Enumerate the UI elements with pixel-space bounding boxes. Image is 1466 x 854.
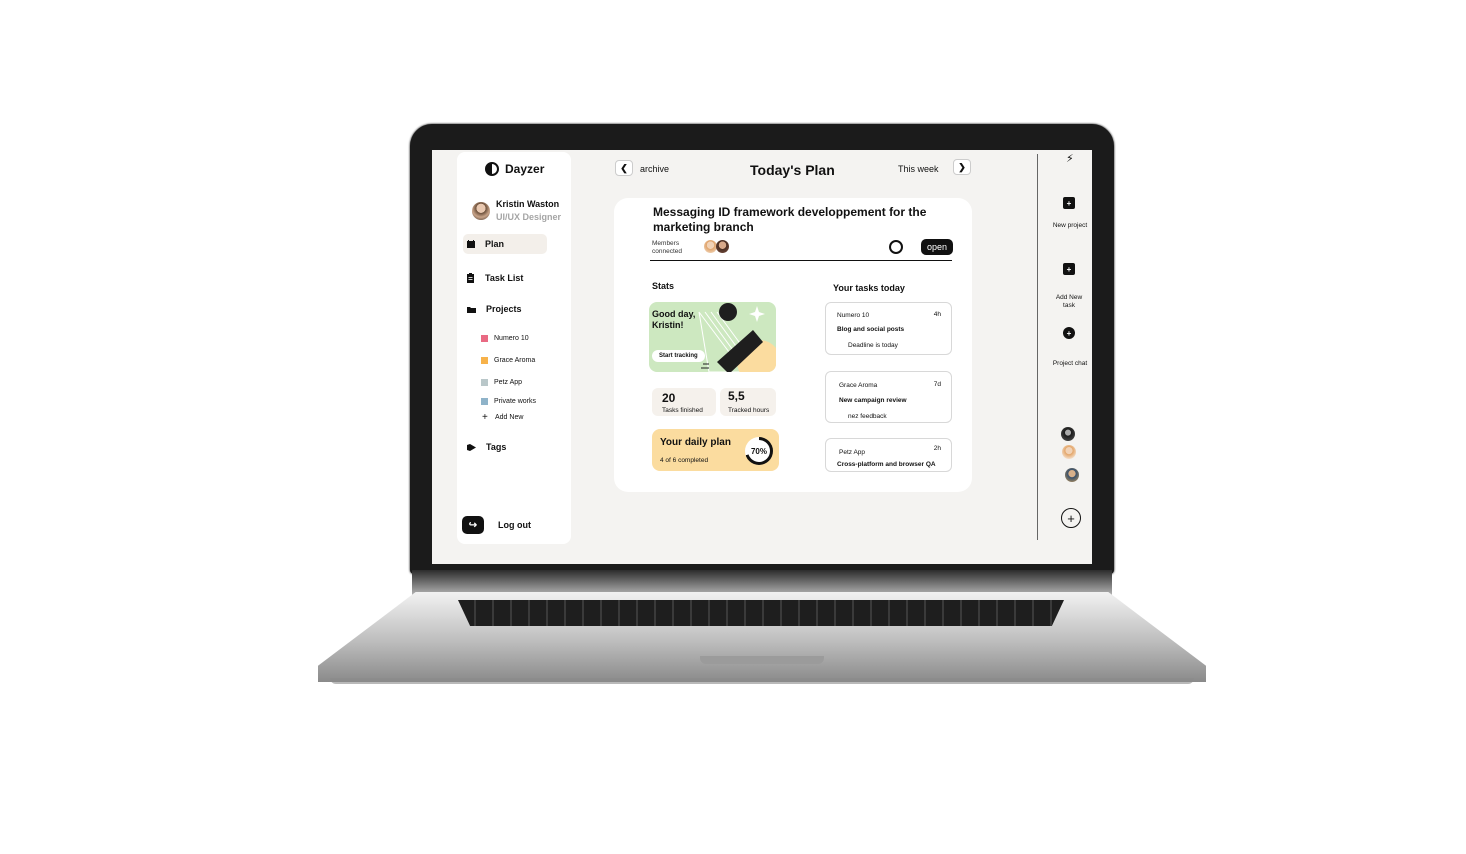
- task-project: Petz App: [839, 449, 866, 456]
- task-name: Cross-platform and browser QA: [837, 461, 936, 468]
- task-note: Deadline is today: [848, 342, 898, 349]
- sidebar-item-label: Plan: [485, 239, 505, 249]
- add-button[interactable]: +: [1061, 508, 1081, 528]
- avatar[interactable]: [1065, 468, 1079, 482]
- tasks-finished-value: 20: [662, 391, 676, 405]
- sidebar-item-label: Task List: [485, 273, 524, 283]
- folder-icon: [467, 306, 476, 313]
- members-connected-label: Members connected: [652, 240, 682, 255]
- project-label: Grace Aroma: [494, 357, 536, 364]
- user-name: Kristin Waston: [496, 199, 560, 209]
- task-project: Numero 10: [837, 312, 870, 319]
- logout-icon: ↪: [462, 516, 484, 534]
- new-project-icon[interactable]: +: [1063, 197, 1075, 209]
- tasks-today-heading: Your tasks today: [833, 283, 905, 293]
- app-logo[interactable]: Dayzer: [485, 162, 544, 176]
- add-project-button[interactable]: + Add New: [482, 412, 523, 423]
- lightning-icon[interactable]: ⚡︎: [1066, 152, 1074, 165]
- task-card[interactable]: Petz App 2h Cross-platform and browser Q…: [825, 438, 952, 472]
- project-chat-label[interactable]: Project chat: [1050, 360, 1090, 368]
- tracked-hours-stat: 5,5 Tracked hours: [720, 388, 776, 416]
- project-color-swatch: [481, 357, 488, 364]
- plus-icon: +: [482, 412, 488, 423]
- task-project: Grace Aroma: [839, 382, 878, 389]
- clipboard-icon: [467, 273, 474, 283]
- chevron-left-icon: ❮: [620, 162, 628, 173]
- add-new-label: Add New: [495, 414, 524, 421]
- task-duration: 7d: [933, 381, 941, 388]
- laptop-shadow: [330, 678, 1194, 684]
- laptop-notch: [700, 656, 824, 664]
- new-project-label[interactable]: New project: [1050, 222, 1090, 230]
- sidebar-item-tags[interactable]: Tags: [463, 437, 547, 457]
- add-task-icon[interactable]: +: [1063, 263, 1075, 275]
- sidebar-item-task-list[interactable]: Task List: [463, 268, 547, 288]
- daily-plan-card[interactable]: Your daily plan 4 of 6 completed 70%: [652, 429, 779, 471]
- progress-ring: 70%: [745, 437, 773, 465]
- this-week-label[interactable]: This week: [898, 164, 939, 174]
- divider: [650, 260, 952, 261]
- sidebar-item-plan[interactable]: Plan: [463, 234, 547, 254]
- chat-icon[interactable]: [889, 240, 903, 254]
- project-item-petz-app[interactable]: Petz App: [481, 379, 522, 386]
- laptop-keyboard: [458, 600, 1064, 626]
- sidebar-item-projects[interactable]: Projects: [463, 299, 547, 319]
- member-avatar[interactable]: [716, 240, 729, 253]
- archive-back-button[interactable]: ❮: [615, 160, 633, 176]
- project-chat-icon[interactable]: +: [1063, 327, 1075, 339]
- sidebar-item-label: Tags: [486, 442, 507, 452]
- project-item-numero-10[interactable]: Numero 10: [481, 335, 529, 342]
- next-week-button[interactable]: ❯: [953, 159, 971, 175]
- task-duration: 2h: [933, 445, 941, 452]
- sidebar: Dayzer Kristin Waston UI/UX Designer Pla…: [457, 152, 571, 544]
- progress-percent: 70%: [748, 440, 770, 462]
- project-title: Messaging ID framework developpement for…: [653, 205, 927, 234]
- start-tracking-button[interactable]: Start tracking: [652, 350, 705, 362]
- project-card: Messaging ID framework developpement for…: [614, 198, 972, 492]
- task-card[interactable]: Grace Aroma 7d New campaign review nez f…: [825, 371, 952, 423]
- avatar: [472, 202, 490, 220]
- chevron-right-icon: ❯: [958, 161, 966, 172]
- greeting-text: Good day, Kristin!: [652, 309, 696, 330]
- stats-heading: Stats: [652, 281, 675, 291]
- project-color-swatch: [481, 379, 488, 386]
- dayzer-logo-icon: [485, 162, 499, 176]
- tracked-hours-label: Tracked hours: [728, 407, 770, 414]
- add-new-task-label[interactable]: Add New task: [1049, 294, 1089, 309]
- logout-button[interactable]: ↪ Log out: [462, 516, 531, 534]
- user-role: UI/UX Designer: [496, 212, 562, 222]
- sidebar-item-label: Projects: [486, 304, 522, 314]
- daily-plan-title: Your daily plan: [660, 437, 731, 448]
- tasks-finished-label: Tasks finished: [662, 407, 703, 414]
- task-name: Blog and social posts: [837, 326, 905, 333]
- logout-label: Log out: [498, 520, 531, 530]
- project-label: Petz App: [494, 379, 523, 386]
- project-color-swatch: [481, 335, 488, 342]
- user-profile[interactable]: Kristin Waston UI/UX Designer: [472, 199, 561, 222]
- archive-link[interactable]: archive: [640, 164, 669, 174]
- project-label: Private works: [494, 398, 537, 405]
- project-item-private-works[interactable]: Private works: [481, 398, 536, 405]
- page-title: Today's Plan: [750, 162, 835, 178]
- tracked-hours-value: 5,5: [728, 389, 745, 403]
- task-card[interactable]: Numero 10 4h Blog and social posts Deadl…: [825, 302, 952, 355]
- daily-plan-progress: 4 of 6 completed: [660, 457, 709, 464]
- project-label: Numero 10: [494, 335, 529, 342]
- project-item-grace-aroma[interactable]: Grace Aroma: [481, 357, 535, 364]
- avatar[interactable]: [1062, 445, 1076, 459]
- greeting-card: Good day, Kristin! Start tracking: [649, 302, 776, 372]
- rail-divider: [1037, 154, 1038, 540]
- app-name: Dayzer: [505, 162, 545, 176]
- open-button[interactable]: open: [921, 239, 953, 255]
- task-note: nez feedback: [848, 413, 887, 420]
- avatar[interactable]: [1061, 427, 1075, 441]
- tasks-finished-stat: 20 Tasks finished: [652, 388, 716, 416]
- task-name: New campaign review: [839, 397, 907, 404]
- task-duration: 4h: [933, 311, 941, 318]
- calendar-icon: [467, 240, 475, 248]
- tag-icon: [467, 443, 476, 451]
- app-screen: Dayzer Kristin Waston UI/UX Designer Pla…: [432, 150, 1092, 564]
- plus-icon: +: [1067, 510, 1075, 526]
- project-color-swatch: [481, 398, 488, 405]
